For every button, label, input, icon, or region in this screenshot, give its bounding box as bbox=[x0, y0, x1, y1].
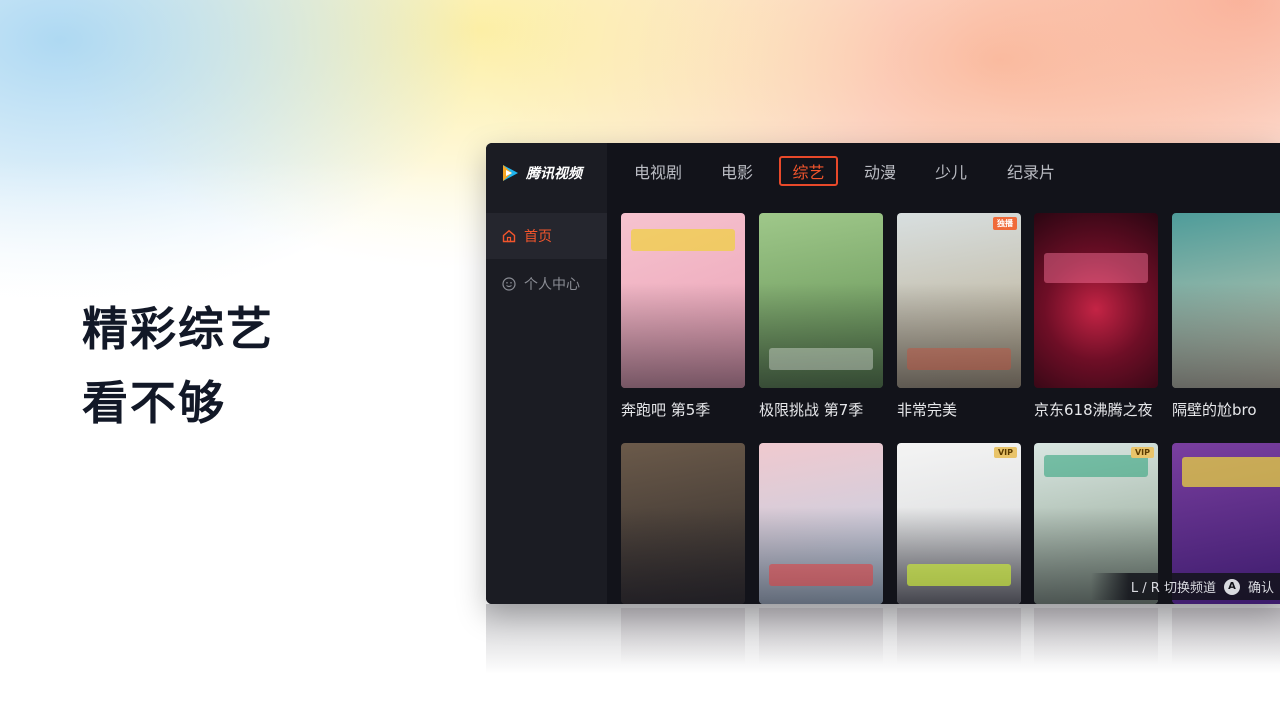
sidebar-item-profile[interactable]: 个人中心 bbox=[486, 261, 607, 307]
a-button-icon: A bbox=[1223, 578, 1240, 595]
tv-screen: 腾讯视频 首页 个人中心 电视剧 电影 综艺 动漫 少儿 纪录片 搜索 bbox=[486, 143, 1280, 604]
sidebar: 腾讯视频 首页 个人中心 bbox=[486, 143, 607, 604]
play-logo-icon bbox=[500, 163, 520, 183]
switch-channel-hint: L / R 切换频道 bbox=[1130, 581, 1216, 596]
card-title: 极限挑战 第7季 bbox=[759, 401, 864, 419]
poster-image: 独播 bbox=[897, 213, 1021, 388]
card-title: 京东618沸腾之夜 bbox=[1034, 401, 1153, 419]
exclusive-badge: 独播 bbox=[993, 217, 1017, 230]
tab-tv-series[interactable]: 电视剧 bbox=[633, 156, 683, 186]
vip-badge: VIP bbox=[993, 447, 1017, 458]
poster-image bbox=[621, 443, 745, 604]
tab-movies[interactable]: 电影 bbox=[720, 156, 754, 186]
promo-text: 精彩综艺 看不够 bbox=[82, 292, 274, 440]
tab-kids[interactable]: 少儿 bbox=[933, 156, 969, 186]
poster-image bbox=[759, 443, 883, 604]
screen-reflection bbox=[486, 604, 1280, 674]
promo-line-1: 精彩综艺 bbox=[82, 302, 274, 356]
poster-image: VIP bbox=[897, 443, 1021, 604]
poster-image bbox=[621, 213, 745, 388]
app-logo: 腾讯视频 bbox=[500, 163, 582, 183]
card-title: 隔壁的尬bro bbox=[1172, 401, 1257, 419]
sidebar-item-label: 首页 bbox=[524, 229, 552, 245]
sidebar-item-label: 个人中心 bbox=[524, 277, 580, 293]
promo-line-2: 看不够 bbox=[82, 376, 226, 430]
tab-variety[interactable]: 综艺 bbox=[779, 156, 838, 186]
sidebar-item-home[interactable]: 首页 bbox=[486, 213, 607, 259]
tab-documentary[interactable]: 纪录片 bbox=[1005, 156, 1057, 186]
top-navigation: 电视剧 电影 综艺 动漫 少儿 纪录片 搜索 bbox=[607, 143, 1280, 201]
tab-anime[interactable]: 动漫 bbox=[862, 156, 898, 186]
smiley-icon bbox=[502, 277, 516, 291]
app-logo-text: 腾讯视频 bbox=[526, 166, 582, 182]
home-icon bbox=[502, 229, 516, 243]
controller-hint: L / R 切换频道 A 确认 bbox=[1090, 573, 1280, 600]
vip-badge: VIP bbox=[1130, 447, 1154, 458]
poster-image bbox=[759, 213, 883, 388]
card-title: 奔跑吧 第5季 bbox=[621, 401, 711, 419]
poster-image bbox=[1034, 213, 1158, 388]
poster-image bbox=[1172, 213, 1280, 388]
confirm-hint: 确认 bbox=[1247, 581, 1274, 596]
card-title: 非常完美 bbox=[897, 401, 958, 419]
